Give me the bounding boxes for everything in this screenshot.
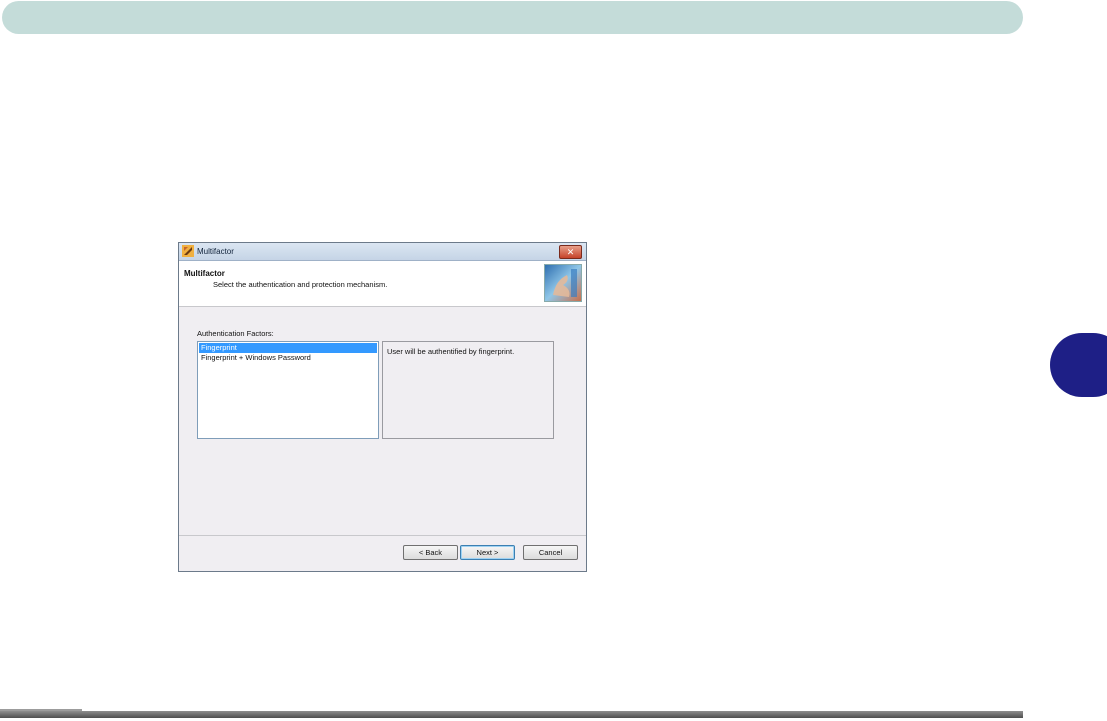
app-icon	[182, 245, 194, 257]
title-bar: Multifactor ✕	[179, 243, 586, 261]
multifactor-dialog: Multifactor ✕ Multifactor Select the aut…	[178, 242, 587, 572]
back-button[interactable]: < Back	[403, 545, 458, 560]
fingerprint-hand-icon	[544, 264, 582, 302]
page-header-bar	[2, 1, 1023, 34]
next-button[interactable]: Next >	[460, 545, 515, 560]
header-subtitle: Select the authentication and protection…	[213, 280, 388, 289]
description-box: User will be authentified by fingerprint…	[382, 341, 554, 439]
header-title: Multifactor	[184, 269, 225, 278]
list-item-fingerprint[interactable]: Fingerprint	[199, 343, 377, 353]
footer-rule	[0, 709, 1023, 718]
close-icon: ✕	[566, 247, 575, 257]
factors-label: Authentication Factors:	[197, 329, 274, 338]
list-item-fingerprint-password[interactable]: Fingerprint + Windows Password	[199, 353, 311, 363]
window-title: Multifactor	[197, 247, 234, 256]
cancel-button[interactable]: Cancel	[523, 545, 578, 560]
chapter-tab	[1050, 333, 1107, 397]
wizard-header: Multifactor Select the authentication an…	[179, 261, 586, 307]
close-button[interactable]: ✕	[559, 245, 582, 259]
description-text: User will be authentified by fingerprint…	[387, 347, 515, 356]
factors-listbox[interactable]: Fingerprint Fingerprint + Windows Passwo…	[197, 341, 379, 439]
footer-divider	[179, 535, 586, 536]
